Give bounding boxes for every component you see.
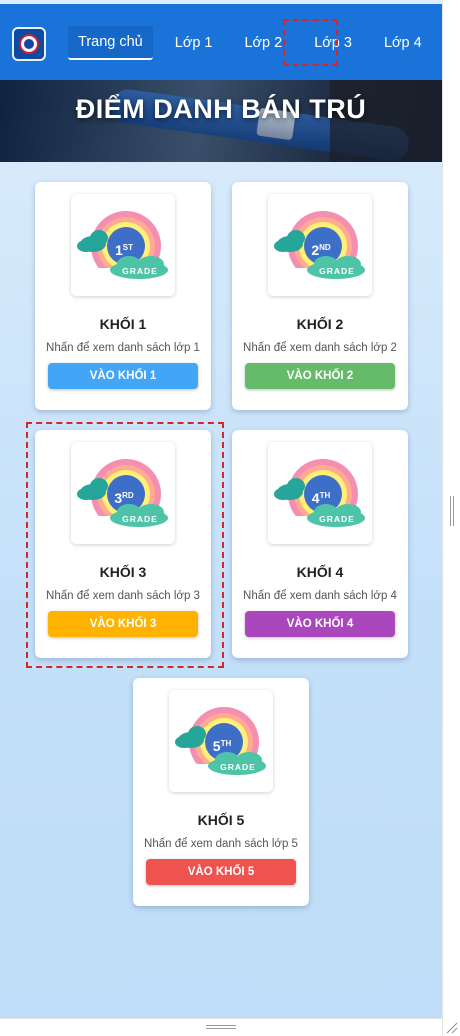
logo-core — [24, 39, 34, 49]
page-title: ĐIỂM DANH BÁN TRÚ — [75, 94, 367, 124]
resize-handle-icon[interactable] — [444, 1020, 458, 1034]
badge-grade-word: GRADE — [122, 514, 158, 524]
grade-card-5[interactable]: 5TH GRADE KHỐI 5 Nhấn để xem danh sách lớ… — [133, 678, 309, 906]
grade-card-3[interactable]: 3RD GRADE KHỐI 3 Nhấn để xem danh sách lớ… — [35, 430, 211, 658]
enter-grade-1-button[interactable]: VÀO KHỐI 1 — [48, 363, 198, 389]
rainbow-grade-icon: 2NDGRADE — [268, 211, 372, 296]
card-subtitle: Nhấn để xem danh sách lớp 5 — [144, 838, 298, 850]
card-title: KHỐI 2 — [296, 316, 344, 332]
grade-badge-image: 5TH GRADE — [169, 690, 273, 792]
school-logo-icon[interactable] — [12, 27, 46, 61]
rainbow-grade-icon: 4THGRADE — [268, 459, 372, 544]
card-subtitle: Nhấn để xem danh sách lớp 3 — [46, 590, 200, 602]
card-subtitle: Nhấn để xem danh sách lớp 4 — [243, 590, 397, 602]
nav-menu: Trang chủ Lớp 1 Lớp 2 Lớp 3 Lớp 4 Lớ — [68, 26, 442, 62]
card-title: KHỐI 1 — [99, 316, 147, 332]
card-title: KHỐI 3 — [99, 564, 147, 580]
badge-grade-word: GRADE — [319, 266, 355, 276]
card-subtitle: Nhấn để xem danh sách lớp 1 — [46, 342, 200, 354]
enter-grade-5-button[interactable]: VÀO KHỐI 5 — [146, 859, 296, 885]
enter-grade-3-button[interactable]: VÀO KHỐI 3 — [48, 611, 198, 637]
scrollbar-grip-icon[interactable] — [206, 1025, 236, 1029]
rainbow-grade-icon: 3RDGRADE — [71, 459, 175, 544]
page-viewport: Trang chủ Lớp 1 Lớp 2 Lớp 3 Lớp 4 Lớ ĐIỂ… — [0, 0, 442, 1018]
grade-badge-image: 4TH GRADE — [268, 442, 372, 544]
card-title: KHỐI 4 — [296, 564, 344, 580]
badge-grade-word: GRADE — [122, 266, 158, 276]
nav-item-home[interactable]: Trang chủ — [68, 26, 153, 60]
hero-banner: ĐIỂM DANH BÁN TRÚ — [0, 80, 442, 162]
card-title: KHỐI 5 — [197, 812, 245, 828]
enter-grade-4-button[interactable]: VÀO KHỐI 4 — [245, 611, 395, 637]
grade-card-2[interactable]: 2ND GRADE KHỐI 2 Nhấn để xem danh sách lớ… — [232, 182, 408, 410]
nav-item-lop-2[interactable]: Lớp 2 — [234, 26, 292, 60]
grade-badge-image: 3RD GRADE — [71, 442, 175, 544]
grade-badge-image: 1ST GRADE — [71, 194, 175, 296]
nav-item-lop-3[interactable]: Lớp 3 — [304, 26, 362, 60]
vertical-scrollbar[interactable] — [442, 0, 460, 1036]
top-nav: Trang chủ Lớp 1 Lớp 2 Lớp 3 Lớp 4 Lớ — [0, 4, 442, 80]
card-subtitle: Nhấn để xem danh sách lớp 2 — [243, 342, 397, 354]
horizontal-scrollbar[interactable] — [0, 1018, 442, 1036]
nav-item-lop-1[interactable]: Lớp 1 — [165, 26, 223, 60]
badge-grade-word: GRADE — [220, 762, 256, 772]
nav-item-lop-4[interactable]: Lớp 4 — [374, 26, 432, 60]
grade-badge-image: 2ND GRADE — [268, 194, 372, 296]
badge-grade-word: GRADE — [319, 514, 355, 524]
grade-card-4[interactable]: 4TH GRADE KHỐI 4 Nhấn để xem danh sách lớ… — [232, 430, 408, 658]
enter-grade-2-button[interactable]: VÀO KHỐI 2 — [245, 363, 395, 389]
scrollbar-grip-icon[interactable] — [450, 496, 454, 526]
rainbow-grade-icon: 1STGRADE — [71, 211, 175, 296]
rainbow-grade-icon: 5THGRADE — [169, 707, 273, 792]
grade-card-1[interactable]: 1ST GRADE KHỐI 1 Nhấn để xem danh sách lớ… — [35, 182, 211, 410]
